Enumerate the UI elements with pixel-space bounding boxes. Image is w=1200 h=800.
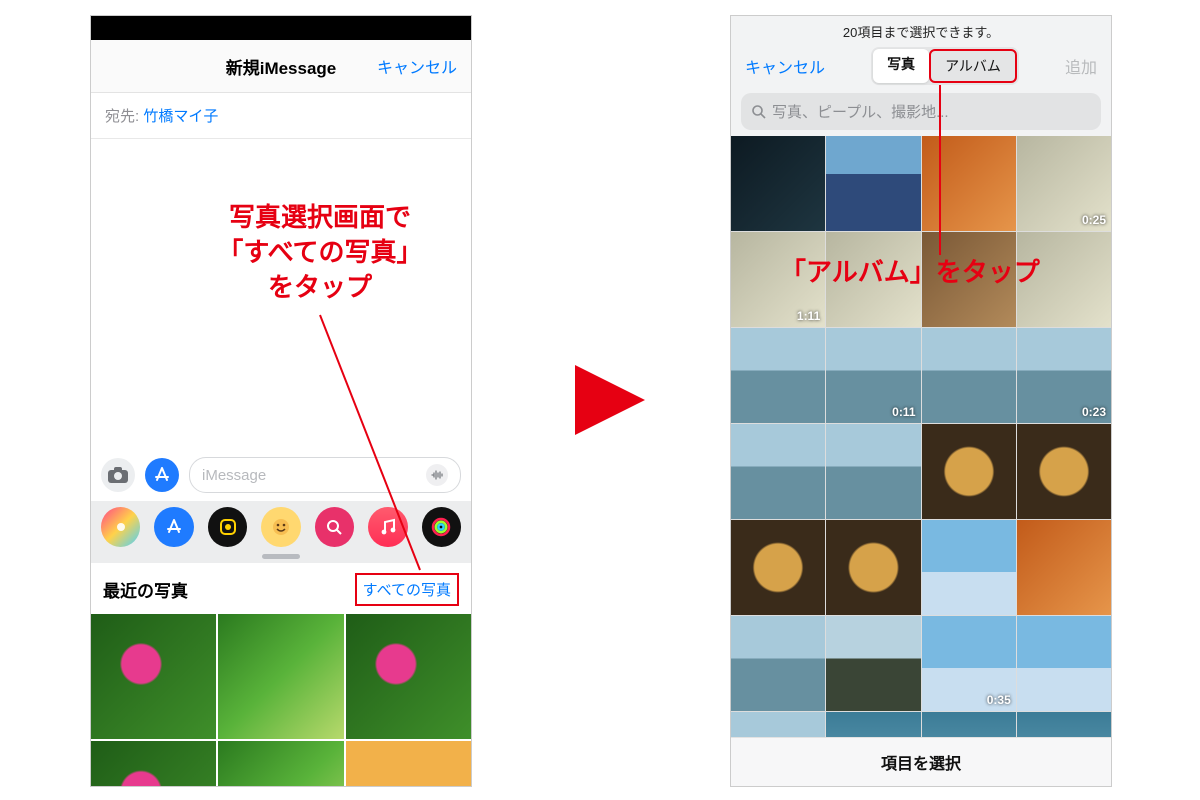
all-photos-button[interactable]: すべての写真: [355, 573, 459, 606]
selection-limit-label: 20項目まで選択できます。: [731, 16, 1111, 43]
photo-thumb[interactable]: [218, 614, 343, 739]
photo-thumb[interactable]: [1017, 232, 1111, 327]
photo-thumb[interactable]: [731, 424, 825, 519]
photo-thumb[interactable]: [826, 424, 920, 519]
photo-thumb[interactable]: [346, 741, 471, 787]
photo-thumb[interactable]: [91, 741, 216, 787]
photo-thumb[interactable]: [731, 520, 825, 615]
video-thumb[interactable]: 0:25: [1017, 136, 1111, 231]
photo-grid: 0:25 1:11 0:11 0:23 0:35 0:26 0:22 0:22: [731, 136, 1111, 737]
search-placeholder: 写真、ピープル、撮影地...: [772, 101, 949, 122]
recipient-label: 宛先:: [105, 108, 139, 125]
segment-albums[interactable]: アルバム: [929, 49, 1017, 83]
audio-wave-icon[interactable]: [426, 464, 448, 486]
photo-thumb[interactable]: [1017, 616, 1111, 711]
nav-title: 新規iMessage: [226, 54, 337, 79]
recent-photos-title: 最近の写真: [103, 577, 188, 602]
imessage-app-strip: [91, 501, 471, 549]
camera-icon[interactable]: [101, 458, 135, 492]
segmented-control: 写真 アルバム: [871, 47, 1019, 85]
photo-thumb[interactable]: [346, 614, 471, 739]
photo-thumb[interactable]: [826, 232, 920, 327]
phone-right: 20項目まで選択できます。 キャンセル 写真 アルバム 追加 写真、ピープル、撮…: [730, 15, 1112, 787]
photo-thumb[interactable]: [731, 136, 825, 231]
search-app-icon[interactable]: [315, 507, 354, 547]
recipient-row[interactable]: 宛先: 竹橋マイ子: [91, 93, 471, 139]
photo-thumb[interactable]: [826, 136, 920, 231]
music-app-icon[interactable]: [368, 507, 407, 547]
photo-thumb[interactable]: [218, 741, 343, 787]
segment-photos[interactable]: 写真: [873, 49, 929, 83]
photo-thumb[interactable]: [826, 616, 920, 711]
video-duration: 0:11: [892, 405, 915, 419]
recent-photos-header: 最近の写真 すべての写真: [91, 563, 471, 614]
video-thumb[interactable]: 0:22: [922, 712, 1016, 737]
drawer-grabber[interactable]: [91, 549, 471, 563]
memoji-app-icon[interactable]: [208, 507, 247, 547]
photo-thumb[interactable]: [922, 328, 1016, 423]
stickers-app-icon[interactable]: [261, 507, 300, 547]
cancel-button[interactable]: キャンセル: [745, 54, 825, 78]
video-duration: 0:35: [987, 693, 1011, 707]
video-duration: 0:25: [1082, 213, 1106, 227]
sheet-backdrop: [91, 32, 471, 40]
video-thumb[interactable]: 0:35: [922, 616, 1016, 711]
video-thumb[interactable]: 0:23: [1017, 328, 1111, 423]
message-placeholder: iMessage: [202, 467, 266, 484]
photo-thumb[interactable]: [1017, 424, 1111, 519]
recipient-name[interactable]: 竹橋マイ子: [143, 108, 218, 125]
video-thumb[interactable]: 0:26: [731, 712, 825, 737]
photo-thumb[interactable]: [922, 424, 1016, 519]
status-bar: [91, 16, 471, 32]
photo-thumb[interactable]: [731, 616, 825, 711]
transition-arrow-icon: [545, 340, 665, 460]
video-thumb[interactable]: 1:11: [731, 232, 825, 327]
add-button[interactable]: 追加: [1065, 54, 1097, 78]
photo-thumb[interactable]: [922, 136, 1016, 231]
picker-footer: 項目を選択: [731, 737, 1111, 786]
photos-app-icon[interactable]: [101, 507, 140, 547]
photo-thumb[interactable]: [922, 232, 1016, 327]
compose-sheet: 新規iMessage キャンセル 宛先: 竹橋マイ子 iMessage: [91, 40, 471, 787]
message-input[interactable]: iMessage: [189, 457, 461, 493]
picker-toolbar: キャンセル 写真 アルバム 追加: [731, 43, 1111, 93]
search-icon: [751, 104, 766, 119]
cancel-button[interactable]: キャンセル: [377, 54, 457, 78]
photo-thumb[interactable]: [826, 712, 920, 737]
video-thumb[interactable]: 0:22: [1017, 712, 1111, 737]
recent-photos-grid: [91, 614, 471, 787]
search-field[interactable]: 写真、ピープル、撮影地...: [741, 93, 1101, 130]
video-thumb[interactable]: 0:11: [826, 328, 920, 423]
input-bar: iMessage: [91, 449, 471, 501]
activity-app-icon[interactable]: [422, 507, 461, 547]
photo-thumb[interactable]: [91, 614, 216, 739]
video-duration: 1:11: [797, 309, 820, 323]
photo-thumb[interactable]: [731, 328, 825, 423]
photo-thumb[interactable]: [1017, 520, 1111, 615]
appstore-icon[interactable]: [145, 458, 179, 492]
video-duration: 0:23: [1082, 405, 1106, 419]
message-body: [91, 139, 471, 449]
phone-left: 新規iMessage キャンセル 宛先: 竹橋マイ子 iMessage: [90, 15, 472, 787]
nav-bar: 新規iMessage キャンセル: [91, 40, 471, 93]
photo-thumb[interactable]: [922, 520, 1016, 615]
appstore-app-icon[interactable]: [154, 507, 193, 547]
photo-thumb[interactable]: [826, 520, 920, 615]
